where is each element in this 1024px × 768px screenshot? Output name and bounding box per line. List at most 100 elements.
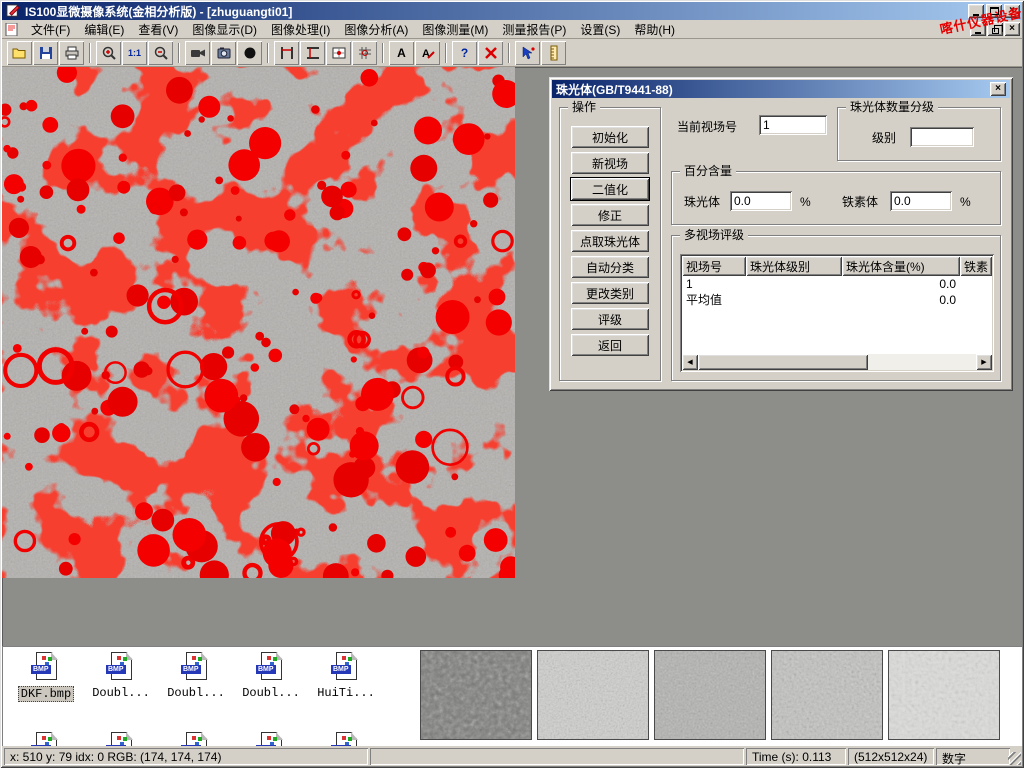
- annotate-text-button[interactable]: A: [389, 41, 414, 65]
- thumbnail-5[interactable]: [888, 650, 1000, 740]
- menu-measure-report[interactable]: 测量报告(P): [495, 19, 573, 40]
- file-item[interactable]: BMP Doubl...: [85, 652, 157, 700]
- file-item-clipped[interactable]: BMP: [310, 732, 382, 746]
- video-camera-icon: [190, 45, 206, 61]
- snapshot-camera-button[interactable]: [211, 41, 236, 65]
- menu-edit[interactable]: 编辑(E): [77, 19, 131, 40]
- pointer-measure-button[interactable]: [515, 41, 540, 65]
- menu-settings[interactable]: 设置(S): [573, 19, 627, 40]
- operation-group-label: 操作: [568, 100, 600, 114]
- help-button[interactable]: ?: [452, 41, 477, 65]
- capture-target-button[interactable]: [237, 41, 262, 65]
- mdi-restore-icon: [992, 28, 999, 34]
- initialize-button[interactable]: 初始化: [571, 126, 649, 148]
- dialog-title-bar[interactable]: 珠光体(GB/T9441-88) ×: [552, 80, 1010, 98]
- menu-image-display[interactable]: 图像显示(D): [185, 19, 264, 40]
- printer-icon: [64, 45, 80, 61]
- rate-button[interactable]: 评级: [571, 308, 649, 330]
- header-field-no[interactable]: 视场号: [682, 256, 746, 276]
- multifield-group-label: 多视场评级: [680, 228, 748, 242]
- file-item[interactable]: BMP DKF.bmp: [10, 652, 82, 702]
- zoom-out-button[interactable]: [148, 41, 173, 65]
- scrollbar-track[interactable]: [868, 354, 976, 370]
- mdi-workspace: 珠光体(GB/T9441-88) × 操作 初始化 新视场 二值化 修正 点取珠…: [2, 67, 1022, 646]
- status-spacer: [370, 748, 744, 765]
- file-name[interactable]: Doubl...: [240, 686, 302, 700]
- mdi-minimize-icon: [975, 32, 981, 34]
- thumbnail-4[interactable]: [771, 650, 883, 740]
- caliper-b-button[interactable]: [300, 41, 325, 65]
- actual-size-button[interactable]: 1:1: [122, 41, 147, 65]
- bmp-file-icon: BMP: [106, 732, 136, 746]
- binarize-button[interactable]: 二值化: [571, 178, 649, 200]
- open-button[interactable]: [7, 41, 32, 65]
- level-input[interactable]: [910, 127, 974, 147]
- file-item-clipped[interactable]: BMP: [160, 732, 232, 746]
- menu-view[interactable]: 查看(V): [131, 19, 185, 40]
- toolbar-separator: [89, 43, 91, 63]
- file-item[interactable]: BMP Doubl...: [160, 652, 232, 700]
- horizontal-scrollbar: ◀ ▶: [682, 354, 992, 370]
- dialog-close-button[interactable]: ×: [990, 82, 1006, 96]
- ferrite-percent-input[interactable]: [890, 191, 952, 211]
- metallograph-image[interactable]: [2, 67, 515, 578]
- grid-crosshair-button[interactable]: [352, 41, 377, 65]
- scroll-left-button[interactable]: ◀: [682, 354, 698, 370]
- file-name[interactable]: HuiTi...: [315, 686, 377, 700]
- header-grade[interactable]: 珠光体级别: [746, 256, 842, 276]
- video-camera-button[interactable]: [185, 41, 210, 65]
- menu-image-process[interactable]: 图像处理(I): [264, 19, 337, 40]
- cell-grade: [746, 292, 842, 308]
- resize-grip[interactable]: [1008, 752, 1021, 765]
- menu-file[interactable]: 文件(F): [24, 19, 77, 40]
- cell-grade: [746, 276, 842, 292]
- file-name[interactable]: Doubl...: [165, 686, 227, 700]
- dialog-close-icon: ×: [995, 83, 1001, 95]
- app-icon: [6, 4, 21, 18]
- ruler-button[interactable]: [541, 41, 566, 65]
- thumbnail-2[interactable]: [537, 650, 649, 740]
- print-button[interactable]: [59, 41, 84, 65]
- current-field-input[interactable]: [759, 115, 827, 135]
- thumbnail-3[interactable]: [654, 650, 766, 740]
- file-item-clipped[interactable]: BMP: [235, 732, 307, 746]
- return-button[interactable]: 返回: [571, 334, 649, 356]
- menu-image-analysis[interactable]: 图像分析(A): [337, 19, 415, 40]
- file-item[interactable]: BMP Doubl...: [235, 652, 307, 700]
- zoom-in-button[interactable]: [96, 41, 121, 65]
- new-field-button[interactable]: 新视场: [571, 152, 649, 174]
- measure-grid-button[interactable]: [326, 41, 351, 65]
- auto-classify-button[interactable]: 自动分类: [571, 256, 649, 278]
- table-empty-area: [682, 308, 992, 354]
- table-row[interactable]: 平均值 0.0: [682, 292, 992, 308]
- mdi-document-icon[interactable]: [5, 23, 20, 36]
- file-item-clipped[interactable]: BMP: [10, 732, 82, 746]
- scrollbar-thumb[interactable]: [698, 354, 868, 370]
- table-row[interactable]: 1 0.0: [682, 276, 992, 292]
- pick-pearlite-button[interactable]: 点取珠光体: [571, 230, 649, 252]
- delete-measure-button[interactable]: [478, 41, 503, 65]
- letter-a-icon: A: [397, 46, 406, 60]
- menu-help[interactable]: 帮助(H): [627, 19, 682, 40]
- scroll-right-button[interactable]: ▶: [976, 354, 992, 370]
- thumbnail-1[interactable]: [420, 650, 532, 740]
- change-class-button[interactable]: 更改类别: [571, 282, 649, 304]
- file-name[interactable]: Doubl...: [90, 686, 152, 700]
- save-button[interactable]: [33, 41, 58, 65]
- bmp-file-icon: BMP: [256, 652, 286, 684]
- help-icon: ?: [461, 46, 468, 60]
- header-ferrite[interactable]: 铁素: [960, 256, 992, 276]
- menu-image-measure[interactable]: 图像测量(M): [415, 19, 495, 40]
- zoom-in-icon: [101, 45, 117, 61]
- bmp-file-icon: BMP: [181, 732, 211, 746]
- caliper-a-button[interactable]: [274, 41, 299, 65]
- file-item[interactable]: BMP HuiTi...: [310, 652, 382, 700]
- correct-button[interactable]: 修正: [571, 204, 649, 226]
- annotate-edit-button[interactable]: A: [415, 41, 440, 65]
- header-content[interactable]: 珠光体含量(%): [842, 256, 960, 276]
- pearlite-percent-input[interactable]: [730, 191, 792, 211]
- file-name[interactable]: DKF.bmp: [18, 686, 74, 702]
- bmp-file-icon: BMP: [106, 652, 136, 684]
- pointer-icon: [520, 45, 536, 61]
- file-item-clipped[interactable]: BMP: [85, 732, 157, 746]
